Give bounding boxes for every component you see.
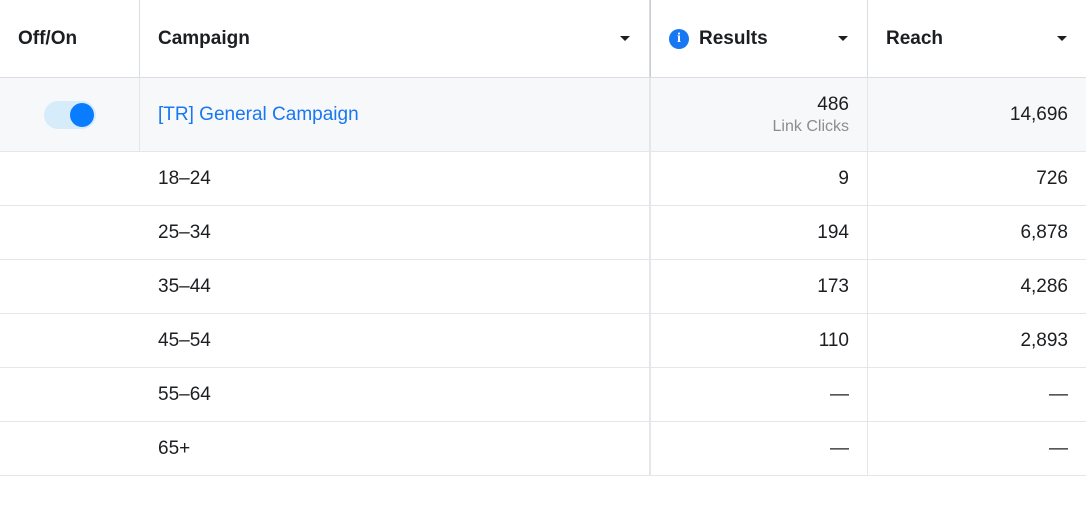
campaign-link[interactable]: [TR] General Campaign bbox=[158, 104, 359, 126]
toggle-knob bbox=[70, 103, 94, 127]
campaign-name-cell: [TR] General Campaign bbox=[140, 78, 650, 151]
campaign-summary-row: [TR] General Campaign 486 Link Clicks 14… bbox=[0, 78, 1086, 152]
breakdown-reach: 726 bbox=[1036, 168, 1068, 190]
caret-down-icon bbox=[1056, 35, 1068, 43]
summary-results-sublabel: Link Clicks bbox=[773, 118, 849, 136]
breakdown-results-cell: 9 bbox=[650, 152, 868, 205]
table-row: 18–24 9 726 bbox=[0, 152, 1086, 206]
summary-results-cell: 486 Link Clicks bbox=[650, 78, 868, 151]
breakdown-label: 45–54 bbox=[158, 330, 211, 352]
breakdown-label-cell: 45–54 bbox=[140, 314, 650, 367]
empty-cell bbox=[0, 206, 140, 259]
info-icon: i bbox=[669, 29, 689, 49]
breakdown-results: 9 bbox=[838, 168, 849, 190]
table-row: 45–54 110 2,893 bbox=[0, 314, 1086, 368]
header-toggle[interactable]: Off/On bbox=[0, 0, 140, 77]
table-row: 65+ — — bbox=[0, 422, 1086, 476]
breakdown-reach: 4,286 bbox=[1020, 276, 1068, 298]
header-reach-label: Reach bbox=[886, 28, 943, 50]
empty-cell bbox=[0, 260, 140, 313]
toggle-cell bbox=[0, 78, 140, 151]
header-results[interactable]: i Results bbox=[650, 0, 868, 77]
campaign-table: Off/On Campaign i Results Reach bbox=[0, 0, 1086, 476]
breakdown-reach-cell: — bbox=[868, 422, 1086, 475]
breakdown-label-cell: 25–34 bbox=[140, 206, 650, 259]
summary-results-value: 486 bbox=[817, 94, 849, 116]
breakdown-results-cell: — bbox=[650, 422, 868, 475]
breakdown-results: — bbox=[830, 384, 849, 406]
breakdown-reach: 2,893 bbox=[1020, 330, 1068, 352]
breakdown-results: — bbox=[830, 438, 849, 460]
breakdown-label-cell: 35–44 bbox=[140, 260, 650, 313]
table-row: 25–34 194 6,878 bbox=[0, 206, 1086, 260]
breakdown-label: 25–34 bbox=[158, 222, 211, 244]
breakdown-label: 18–24 bbox=[158, 168, 211, 190]
breakdown-reach: — bbox=[1049, 384, 1068, 406]
breakdown-reach-cell: 2,893 bbox=[868, 314, 1086, 367]
table-header-row: Off/On Campaign i Results Reach bbox=[0, 0, 1086, 78]
caret-down-icon bbox=[837, 35, 849, 43]
breakdown-results-cell: — bbox=[650, 368, 868, 421]
header-results-label: Results bbox=[699, 28, 768, 50]
header-campaign-label: Campaign bbox=[158, 28, 250, 50]
breakdown-label-cell: 55–64 bbox=[140, 368, 650, 421]
breakdown-reach-cell: 6,878 bbox=[868, 206, 1086, 259]
caret-down-icon bbox=[619, 35, 631, 43]
breakdown-reach: — bbox=[1049, 438, 1068, 460]
breakdown-results-cell: 194 bbox=[650, 206, 868, 259]
empty-cell bbox=[0, 314, 140, 367]
breakdown-label-cell: 65+ bbox=[140, 422, 650, 475]
breakdown-label: 55–64 bbox=[158, 384, 211, 406]
breakdown-reach-cell: 4,286 bbox=[868, 260, 1086, 313]
header-campaign[interactable]: Campaign bbox=[140, 0, 650, 77]
breakdown-reach: 6,878 bbox=[1020, 222, 1068, 244]
empty-cell bbox=[0, 368, 140, 421]
breakdown-reach-cell: — bbox=[868, 368, 1086, 421]
breakdown-results: 194 bbox=[817, 222, 849, 244]
breakdown-results: 173 bbox=[817, 276, 849, 298]
header-toggle-label: Off/On bbox=[18, 28, 77, 50]
empty-cell bbox=[0, 152, 140, 205]
table-row: 55–64 — — bbox=[0, 368, 1086, 422]
breakdown-results-cell: 173 bbox=[650, 260, 868, 313]
breakdown-results-cell: 110 bbox=[650, 314, 868, 367]
breakdown-reach-cell: 726 bbox=[868, 152, 1086, 205]
breakdown-label-cell: 18–24 bbox=[140, 152, 650, 205]
summary-reach-cell: 14,696 bbox=[868, 78, 1086, 151]
breakdown-results: 110 bbox=[819, 330, 849, 352]
summary-reach-value: 14,696 bbox=[1010, 104, 1068, 126]
breakdown-label: 35–44 bbox=[158, 276, 211, 298]
header-reach[interactable]: Reach bbox=[868, 0, 1086, 77]
empty-cell bbox=[0, 422, 140, 475]
breakdown-label: 65+ bbox=[158, 438, 190, 460]
campaign-toggle[interactable] bbox=[44, 101, 96, 129]
table-row: 35–44 173 4,286 bbox=[0, 260, 1086, 314]
